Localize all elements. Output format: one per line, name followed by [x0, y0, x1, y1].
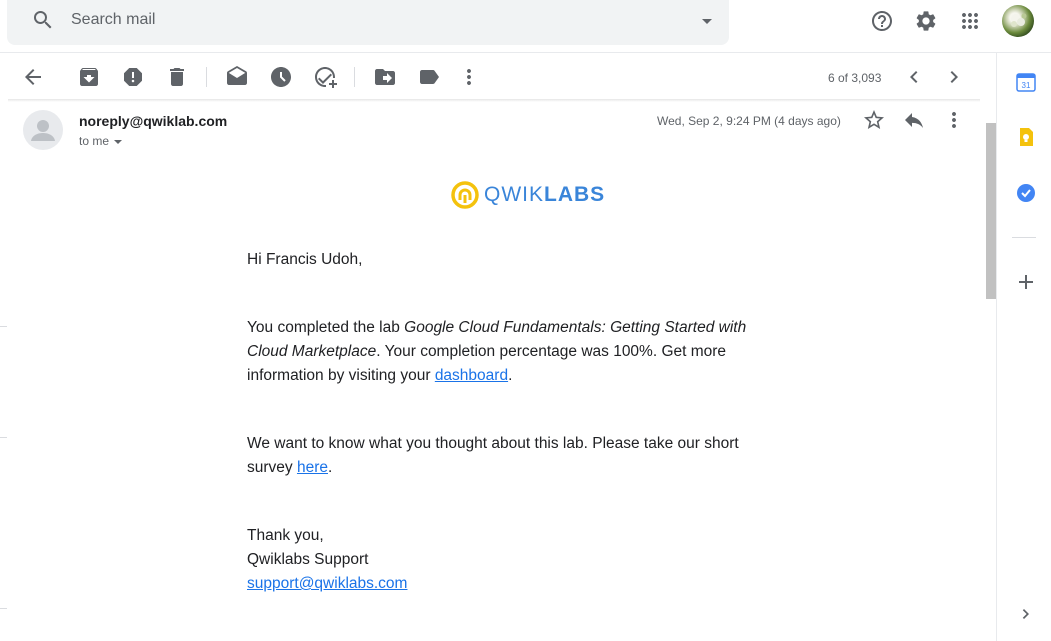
greeting: Hi Francis Udoh, — [247, 251, 363, 268]
snooze-clock-icon[interactable] — [269, 65, 293, 89]
archive-icon[interactable] — [77, 65, 101, 89]
toolbar-divider — [354, 67, 355, 87]
toolbar-divider — [206, 67, 207, 87]
qwiklabs-logo-icon — [451, 181, 479, 209]
search-input[interactable] — [71, 10, 671, 30]
search-icon[interactable] — [31, 8, 55, 32]
tasks-icon[interactable] — [1016, 183, 1036, 203]
qwiklabs-logo: QWIKLABS — [451, 180, 605, 210]
page-counter: 6 of 3,093 — [828, 71, 882, 85]
calendar-icon[interactable]: 31 — [1016, 72, 1036, 92]
sender-avatar — [23, 110, 63, 150]
signature-email: support@qwiklabs.com — [247, 572, 777, 596]
account-avatar[interactable] — [1002, 5, 1034, 37]
search-box[interactable] — [7, 0, 729, 45]
label-icon[interactable] — [417, 65, 441, 89]
add-to-tasks-icon[interactable] — [313, 65, 337, 89]
survey-paragraph: We want to know what you thought about t… — [247, 435, 739, 476]
message-toolbar: 6 of 3,093 — [0, 53, 996, 101]
older-chevron-right-icon[interactable] — [942, 65, 966, 89]
reply-arrow-icon[interactable] — [902, 108, 926, 132]
report-spam-icon[interactable] — [121, 65, 145, 89]
get-add-ons-plus-icon[interactable] — [1016, 272, 1036, 292]
side-panel: 31 — [996, 53, 1051, 641]
top-bar — [0, 0, 1051, 53]
expand-panel-chevron-right-icon[interactable] — [1016, 604, 1036, 624]
dashboard-link[interactable]: dashboard — [435, 367, 508, 384]
recipient-label: to me — [79, 134, 110, 148]
signoff: Thank you, — [247, 527, 324, 544]
completion-paragraph: You completed the lab Google Cloud Funda… — [247, 319, 747, 384]
help-icon[interactable] — [870, 9, 894, 33]
star-icon[interactable] — [862, 108, 886, 132]
delete-trash-icon[interactable] — [165, 65, 189, 89]
support-email-link[interactable]: support@qwiklabs.com — [247, 575, 407, 592]
scrollbar-thumb[interactable] — [986, 123, 996, 299]
qwiklabs-logo-text: QWIKLABS — [484, 183, 606, 206]
survey-link[interactable]: here — [297, 459, 328, 476]
settings-gear-icon[interactable] — [914, 9, 938, 33]
keep-notes-icon[interactable] — [1016, 127, 1036, 147]
side-panel-divider — [1012, 237, 1036, 238]
search-options-dropdown-icon[interactable] — [695, 9, 719, 33]
more-options-vertical-icon[interactable] — [457, 65, 481, 89]
newer-chevron-left-icon[interactable] — [902, 65, 926, 89]
message-more-options-icon[interactable] — [942, 108, 966, 132]
caret-down-icon[interactable] — [113, 137, 123, 147]
google-apps-grid-icon[interactable] — [958, 9, 982, 33]
sender-email[interactable]: noreply@qwiklab.com — [79, 113, 227, 129]
signature: Qwiklabs Support — [247, 551, 369, 568]
svg-text:31: 31 — [1022, 81, 1031, 90]
back-arrow-icon[interactable] — [21, 65, 45, 89]
toolbar-shadow — [8, 99, 980, 102]
move-to-icon[interactable] — [373, 65, 397, 89]
mark-as-unread-icon[interactable] — [225, 65, 249, 89]
recipient-details[interactable]: to me — [79, 134, 123, 148]
message-date: Wed, Sep 2, 9:24 PM (4 days ago) — [657, 114, 841, 128]
